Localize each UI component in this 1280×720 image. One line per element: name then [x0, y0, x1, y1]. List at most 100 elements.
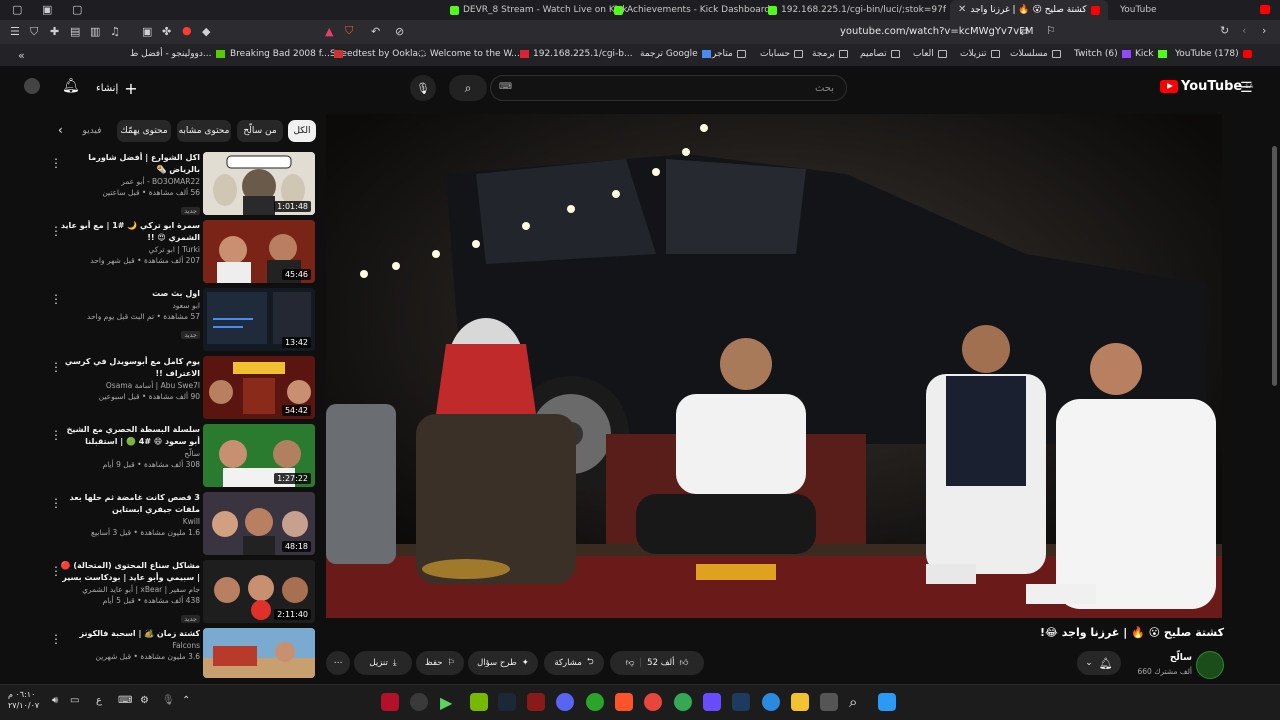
chip-related[interactable]: محتوى مشابه [177, 120, 231, 142]
list-item[interactable]: ⋮ كشتة زمان 🏕️ | اسحبة فالكونز Falcons 3… [40, 628, 320, 692]
bookmark-folder[interactable]: العاب [913, 49, 947, 59]
brave-shield-icon[interactable]: ⛉ [345, 25, 353, 36]
subscribed-notifications-button[interactable]: ⌄ 🔔︎ [1077, 651, 1121, 675]
keyboard-icon[interactable]: ⌨ [499, 82, 512, 92]
list-item[interactable]: ⋮ سمرة ابو تركي 🌙 #1 | مع أبو عايد الشمر… [40, 220, 320, 284]
chip-more[interactable]: فيديو [75, 120, 109, 142]
thumbnail[interactable]: 48:18 [203, 492, 315, 555]
bookmark-item[interactable]: ◌ Welcome to the W... [418, 49, 520, 59]
bookmark-folder[interactable]: تصاميم [860, 49, 900, 59]
bookmark-folder[interactable]: متاجر [712, 49, 746, 59]
app-icon-brave[interactable] [615, 693, 633, 711]
tab-router[interactable]: 192.168.225.1/cgi-bin/luci/;stok=97f [768, 0, 946, 20]
more-actions-button[interactable]: ⋯ [326, 651, 350, 675]
extension-icon[interactable]: ✚ [50, 26, 59, 37]
language-indicator[interactable]: ع [96, 695, 102, 706]
chip-from-channel[interactable]: من سالّح [237, 120, 283, 142]
app-icon-nvidia[interactable] [470, 693, 488, 711]
url-field[interactable]: youtube.com/watch?v=kcMWgYv7vFM [840, 26, 1034, 37]
tab-youtube[interactable]: YouTube [1120, 0, 1157, 20]
voice-search-button[interactable]: 🎙︎ [410, 75, 436, 101]
video-player[interactable] [326, 114, 1222, 618]
app-icon-steam[interactable] [498, 693, 516, 711]
music-icon[interactable]: ♫ [110, 26, 120, 37]
thumbnail[interactable]: 13:42 [203, 288, 315, 351]
thumbnail[interactable]: 1:27:22 [203, 424, 315, 487]
window-menu-icon[interactable]: ▢ [12, 4, 22, 15]
channel-info[interactable]: سالّح 660 ألف مشترك [1137, 651, 1230, 681]
tab-current-video[interactable]: ✕ كشتة صليح 😮 🔥 | غرزنا واجد [950, 0, 1108, 20]
back-icon[interactable]: ↶ [371, 26, 380, 37]
app-icon-obs[interactable] [410, 693, 428, 711]
search-input[interactable]: ⌨ بحث [490, 75, 847, 101]
reader-icon[interactable]: ▤ [70, 26, 80, 37]
thumbnail[interactable]: 1:01:48 [203, 152, 315, 215]
shield-icon[interactable]: ⛉ [30, 26, 38, 37]
bookmark-item[interactable]: YouTube (178) [1175, 49, 1252, 59]
puzzle-icon[interactable]: ✤ [162, 26, 171, 37]
tab-kick-dashboard[interactable]: Achievements - Kick Dashboard [614, 0, 770, 20]
app-icon-powershell[interactable] [732, 693, 750, 711]
download-button[interactable]: تنزيل ⤓ [354, 651, 412, 675]
app-icon-chrome[interactable] [644, 693, 662, 711]
sidebar-icon[interactable]: ▥ [90, 26, 100, 37]
settings-icon[interactable]: ⚙ [140, 695, 149, 706]
app-icon-explorer[interactable] [791, 693, 809, 711]
account-avatar[interactable] [24, 78, 40, 94]
brave-rewards-icon[interactable]: ▲ [325, 26, 333, 37]
app-icon-discord[interactable] [556, 693, 574, 711]
tab-list-icon[interactable]: ▣ [42, 4, 52, 15]
bookmark-item[interactable]: Twitch (6) [1074, 49, 1131, 59]
list-item[interactable]: ⋮ مشاكل سناع المحتوى (المتحالة) 🔴 | سبيم… [40, 560, 320, 624]
screenshot-icon[interactable]: ▣ [142, 26, 152, 37]
thumbnail[interactable] [203, 628, 315, 678]
app-icon-edge[interactable] [762, 693, 780, 711]
close-tab-icon[interactable]: ✕ [958, 5, 966, 15]
show-hidden-icons[interactable]: ⌃ [182, 695, 190, 706]
app-icon-chrome-2[interactable] [674, 693, 692, 711]
bookmark-item[interactable]: دوولينجو - أفضل ط... [130, 49, 225, 59]
list-item[interactable]: ⋮ يوم كامل مع أبوسويدل في كرسي الاعتراف … [40, 356, 320, 420]
app-icon-xbox[interactable] [586, 693, 604, 711]
diamond-icon[interactable]: ◆ [202, 26, 210, 37]
mic-icon[interactable]: 🎙︎ [162, 695, 175, 706]
app-icon-player[interactable]: ▶ [440, 693, 458, 712]
thumbnail[interactable]: 2:11:40 [203, 560, 315, 623]
bookmark-item[interactable]: ترجمة Google [640, 49, 711, 59]
keyboard-icon[interactable]: ⌨ [118, 695, 132, 706]
list-item[interactable]: ⋮ اول بث صت ابو سعود 57 مشاهدة • تم البث… [40, 288, 320, 352]
forward-icon[interactable]: ‹ [1242, 25, 1246, 36]
bookmark-item[interactable]: 192.168.225.1/cgi-b... [520, 49, 633, 59]
channel-avatar[interactable] [1196, 651, 1224, 679]
app-icon-taskview[interactable] [820, 693, 838, 711]
list-item[interactable]: ⋮ سلسلة البسطة الحصري مع الشيخ أبو سعود … [40, 424, 320, 488]
bookmark-folder[interactable]: برمجة [812, 49, 848, 59]
share-button[interactable]: مشاركة ⮌ [544, 651, 604, 675]
thumbnail[interactable]: 45:46 [203, 220, 315, 283]
chevron-right-icon[interactable]: › [1262, 25, 1266, 36]
channel-name[interactable]: سالّح [1170, 653, 1192, 663]
guide-menu-icon[interactable]: ☰ [1240, 80, 1253, 96]
chevron-left-icon[interactable]: ‹ [58, 123, 63, 137]
like-icon[interactable]: 👍︎ [679, 658, 688, 668]
notifications-bell-icon[interactable]: 🔔︎ [62, 78, 80, 94]
record-icon[interactable]: ● [182, 25, 192, 36]
bookmark-item[interactable]: Kick [1135, 49, 1167, 59]
reload-icon[interactable]: ↻ [1220, 25, 1229, 36]
tune-icon[interactable]: ⊘ [395, 26, 404, 37]
bookmark-icon[interactable]: ⚐ [1046, 25, 1056, 36]
bookmark-item[interactable]: Speedtest by Ookla... [330, 49, 427, 59]
chip-recommended[interactable]: محتوى يهمّك [117, 120, 171, 142]
dislike-icon[interactable]: 👎︎ [626, 658, 635, 668]
start-button-icon[interactable] [878, 693, 896, 711]
list-item[interactable]: ⋮ اكل الشوارع | أفضل شاورما بالرياض 🌯 BO… [40, 152, 320, 216]
workspaces-icon[interactable]: ▢ [72, 4, 82, 15]
speaker-icon[interactable]: 🔊︎ [52, 695, 58, 706]
thumbnail[interactable]: 54:42 [203, 356, 315, 419]
page-scrollbar[interactable] [1272, 146, 1277, 386]
site-settings-icon[interactable]: ⇄ [1020, 26, 1029, 37]
ask-button[interactable]: طرح سؤال ✦ [468, 651, 538, 675]
more-bookmarks-icon[interactable]: « [18, 50, 25, 61]
list-item[interactable]: ⋮ 3 قصص كانت غامضة ثم حلها بعد ملفات جيف… [40, 492, 320, 556]
menu-icon[interactable]: ☰ [10, 26, 20, 37]
